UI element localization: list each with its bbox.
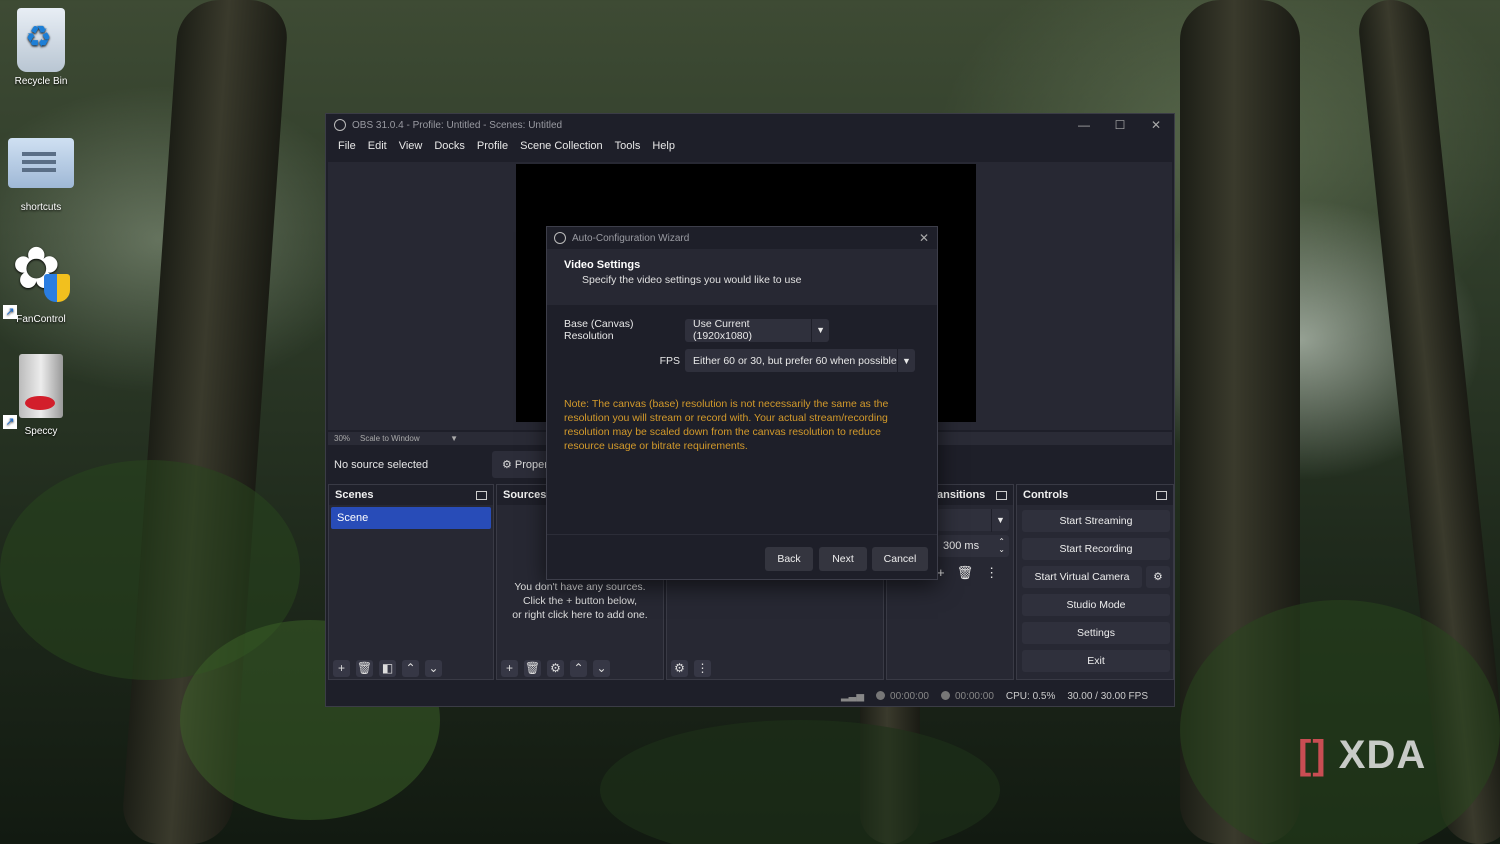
wizard-subheading: Specify the video settings you would lik…: [582, 274, 802, 286]
move-up-icon[interactable]: ⌃: [402, 660, 419, 677]
desktop-icon-speccy[interactable]: ↗ Speccy: [1, 354, 81, 437]
add-source-icon[interactable]: +: [501, 660, 518, 677]
resolution-row: Base (Canvas) Resolution Use Current (19…: [564, 318, 829, 342]
more-options-icon[interactable]: ⋮: [694, 660, 711, 677]
move-up-icon[interactable]: ⌃: [570, 660, 587, 677]
scale-mode-select[interactable]: Scale to Window ▼: [360, 434, 458, 443]
cancel-button[interactable]: Cancel: [872, 547, 928, 571]
trash-icon[interactable]: 🗑: [356, 660, 373, 677]
menu-view[interactable]: View: [393, 140, 429, 152]
gear-icon[interactable]: ⚙: [547, 660, 564, 677]
minimize-icon[interactable]: —: [1066, 118, 1102, 132]
fps-readout: 30.00 / 30.00 FPS: [1067, 690, 1148, 702]
chevron-down-icon: ▼: [450, 434, 459, 443]
desktop-icon-recycle-bin[interactable]: Recycle Bin: [1, 8, 81, 87]
xda-watermark: [] XDA: [1298, 733, 1427, 777]
shortcut-arrow-icon: ↗: [3, 415, 17, 429]
obs-logo-icon: [334, 119, 346, 131]
spin-arrows-icon[interactable]: ⌃ ⌄: [998, 538, 1005, 554]
resolution-label: Base (Canvas) Resolution: [564, 318, 634, 342]
move-down-icon[interactable]: ⌄: [425, 660, 442, 677]
chevron-down-icon: ▼: [991, 508, 1009, 532]
menu-file[interactable]: File: [332, 140, 362, 152]
wizard-titlebar: Auto-Configuration Wizard ✕: [547, 227, 937, 249]
record-indicator-icon: [940, 690, 950, 700]
window-title: OBS 31.0.4 - Profile: Untitled - Scenes:…: [352, 119, 563, 131]
controls-title: Controls: [1023, 489, 1069, 501]
move-down-icon[interactable]: ⌄: [593, 660, 610, 677]
resolution-select[interactable]: Use Current (1920x1080) ▼: [685, 318, 829, 342]
signal-bars-icon: ▂▃▅: [840, 690, 865, 702]
scenes-title: Scenes: [335, 489, 374, 501]
start-streaming-button[interactable]: Start Streaming: [1022, 510, 1170, 532]
next-button[interactable]: Next: [819, 547, 867, 571]
record-time: 00:00:00: [940, 690, 994, 702]
close-icon[interactable]: ✕: [919, 231, 929, 245]
menu-bar: File Edit View Docks Profile Scene Colle…: [326, 136, 1174, 156]
stream-indicator-icon: [876, 690, 886, 700]
more-options-icon[interactable]: ⋮: [985, 565, 998, 581]
shortcut-arrow-icon: ↗: [3, 305, 17, 319]
source-status: No source selected: [334, 459, 429, 471]
stream-time: 00:00:00: [876, 690, 929, 702]
menu-tools[interactable]: Tools: [609, 140, 647, 152]
scene-filter-icon[interactable]: ◧: [379, 660, 396, 677]
auto-config-wizard-dialog: Auto-Configuration Wizard ✕ Video Settin…: [546, 226, 938, 580]
undock-icon[interactable]: [476, 490, 487, 500]
cpu-usage: CPU: 0.5%: [1005, 690, 1056, 702]
exit-button[interactable]: Exit: [1022, 650, 1170, 672]
trash-icon[interactable]: 🗑: [524, 660, 541, 677]
desktop-icon-shortcuts[interactable]: shortcuts: [1, 128, 81, 213]
settings-button[interactable]: Settings: [1022, 622, 1170, 644]
undock-icon[interactable]: [1156, 490, 1167, 500]
wizard-header: Video Settings Specify the video setting…: [547, 249, 937, 305]
studio-mode-button[interactable]: Studio Mode: [1022, 594, 1170, 616]
fancontrol-app-icon: [10, 234, 72, 304]
maximize-icon[interactable]: ☐: [1102, 118, 1138, 132]
menu-profile[interactable]: Profile: [471, 140, 514, 152]
status-bar: ▂▃▅ 00:00:00 00:00:00 CPU: 0.5% 30.00 / …: [326, 686, 1174, 706]
close-icon[interactable]: ✕: [1138, 118, 1174, 132]
wizard-footer: Back Next Cancel: [547, 534, 937, 579]
add-transition-icon[interactable]: +: [937, 565, 945, 581]
back-button[interactable]: Back: [765, 547, 813, 571]
desktop-icon-fancontrol[interactable]: ↗ FanControl: [1, 234, 81, 325]
obs-titlebar: OBS 31.0.4 - Profile: Untitled - Scenes:…: [326, 114, 1174, 136]
sources-title: Sources: [503, 489, 547, 501]
zoom-level: 30%: [334, 434, 351, 443]
speccy-app-icon: [19, 354, 63, 418]
resolution-note: Note: The canvas (base) resolution is no…: [564, 398, 889, 452]
transitions-title: ansitions: [937, 489, 986, 501]
menu-scene-collection[interactable]: Scene Collection: [514, 140, 609, 152]
menu-docks[interactable]: Docks: [428, 140, 471, 152]
menu-help[interactable]: Help: [646, 140, 681, 152]
fps-row: FPS Either 60 or 30, but prefer 60 when …: [564, 349, 915, 372]
obs-logo-icon: [554, 232, 566, 244]
controls-dock: Controls Start Streaming Start Recording…: [1016, 484, 1174, 680]
folder-icon: [8, 138, 74, 188]
wizard-heading: Video Settings: [564, 259, 641, 271]
start-recording-button[interactable]: Start Recording: [1022, 538, 1170, 560]
transition-type-select[interactable]: ▼: [937, 508, 1009, 532]
start-virtual-camera-button[interactable]: Start Virtual Camera: [1022, 566, 1142, 588]
undock-icon[interactable]: [996, 490, 1007, 500]
scenes-dock: Scenes Scene + 🗑 ◧ ⌃ ⌄: [328, 484, 494, 680]
sources-empty-message[interactable]: You don't have any sources. Click the + …: [497, 580, 663, 622]
wizard-title: Auto-Configuration Wizard: [572, 232, 690, 244]
gear-icon: ⚙: [502, 459, 512, 471]
chevron-down-icon: ▼: [811, 318, 829, 342]
transition-duration-input[interactable]: 300 ms ⌃ ⌄: [937, 535, 1009, 557]
virtual-camera-gear-icon[interactable]: ⚙: [1146, 566, 1170, 588]
menu-edit[interactable]: Edit: [362, 140, 393, 152]
advanced-audio-gear-icon[interactable]: ⚙: [671, 660, 688, 677]
chevron-down-icon: ▼: [897, 349, 915, 372]
trash-icon[interactable]: 🗑: [957, 565, 974, 581]
scene-list-item[interactable]: Scene: [331, 507, 491, 529]
fps-label: FPS: [659, 354, 680, 367]
recycle-bin-icon: [17, 8, 65, 72]
fps-select[interactable]: Either 60 or 30, but prefer 60 when poss…: [685, 349, 915, 372]
add-scene-icon[interactable]: +: [333, 660, 350, 677]
